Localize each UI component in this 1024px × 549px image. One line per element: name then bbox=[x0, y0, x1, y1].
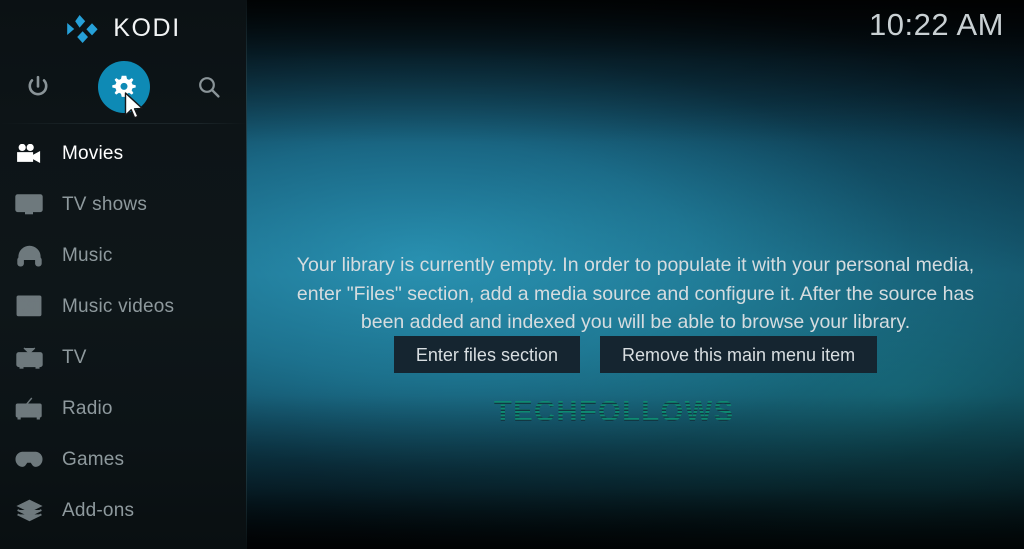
sidebar-item-label: Games bbox=[62, 449, 125, 470]
sidebar-item-label: Music videos bbox=[62, 296, 175, 317]
gamepad-icon bbox=[10, 445, 48, 475]
svg-text:TECHFOLLOWS: TECHFOLLOWS bbox=[494, 396, 734, 428]
sidebar-item-add-ons[interactable]: Add-ons bbox=[0, 485, 247, 536]
kodi-window: Your library is currently empty. In orde… bbox=[0, 0, 1024, 549]
open-box-icon bbox=[10, 496, 48, 526]
top-toolbar bbox=[0, 57, 247, 117]
sidebar-item-label: Add-ons bbox=[62, 500, 135, 521]
crt-tv-icon bbox=[10, 343, 48, 373]
sidebar-item-label: TV shows bbox=[62, 194, 148, 215]
remove-main-menu-item-button[interactable]: Remove this main menu item bbox=[599, 336, 878, 373]
sidebar-item-radio[interactable]: Radio bbox=[0, 383, 247, 434]
sidebar-item-tv[interactable]: TV bbox=[0, 332, 247, 383]
app-logo: KODI bbox=[0, 0, 247, 57]
sidebar-item-label: TV bbox=[62, 347, 87, 368]
kodi-logo-icon bbox=[67, 14, 98, 43]
enter-files-section-button[interactable]: Enter files section bbox=[393, 336, 580, 373]
empty-library-message: Your library is currently empty. In orde… bbox=[296, 254, 975, 333]
settings-button[interactable] bbox=[95, 58, 153, 116]
sidebar-item-music-videos[interactable]: Music videos bbox=[0, 281, 247, 332]
power-button[interactable] bbox=[9, 58, 67, 116]
app-brand-label: KODI bbox=[113, 14, 181, 42]
sidebar-item-tv-shows[interactable]: TV shows bbox=[0, 179, 247, 230]
movie-camera-icon bbox=[10, 139, 48, 169]
headphones-icon bbox=[10, 241, 48, 271]
main-content: Your library is currently empty. In orde… bbox=[247, 0, 1024, 549]
menu-separator bbox=[0, 123, 247, 124]
main-menu: Movies TV shows Music Music videos TV Ra… bbox=[0, 128, 247, 536]
clock: 10:22 AM bbox=[869, 7, 1004, 42]
sidebar-item-movies[interactable]: Movies bbox=[0, 128, 247, 179]
radio-icon bbox=[10, 394, 48, 424]
film-music-icon bbox=[10, 292, 48, 322]
search-button[interactable] bbox=[180, 58, 238, 116]
sidebar-item-games[interactable]: Games bbox=[0, 434, 247, 485]
sidebar-item-label: Movies bbox=[62, 143, 124, 164]
television-icon bbox=[10, 190, 48, 220]
sidebar-item-label: Radio bbox=[62, 398, 113, 419]
action-button-row: Enter files section Remove this main men… bbox=[247, 336, 1024, 373]
power-icon bbox=[28, 75, 48, 96]
sidebar: KODI Movies TV shows Music Music videos … bbox=[0, 0, 247, 549]
gear-icon bbox=[112, 75, 136, 97]
sidebar-item-label: Music bbox=[62, 245, 113, 266]
watermark: TECHFOLLOWS bbox=[247, 394, 1024, 433]
search-icon bbox=[199, 77, 220, 98]
sidebar-item-music[interactable]: Music bbox=[0, 230, 247, 281]
techfollows-watermark-text: TECHFOLLOWS bbox=[494, 396, 734, 428]
